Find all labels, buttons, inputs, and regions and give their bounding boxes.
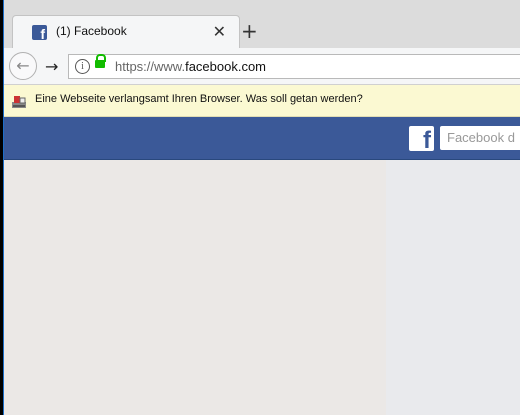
facebook-header: f Facebook d [4, 117, 520, 160]
browser-window: f (1) Facebook ✕ + ← → i https://www.fac… [3, 0, 520, 415]
facebook-favicon-icon: f [32, 25, 47, 42]
facebook-search-input[interactable]: Facebook d [440, 126, 520, 150]
page-content-right [386, 160, 520, 415]
slow-page-notification: Eine Webseite verlangsamt Ihren Browser.… [4, 85, 520, 117]
notification-message: Eine Webseite verlangsamt Ihren Browser.… [35, 93, 363, 105]
url-text[interactable]: https://www.facebook.com [115, 59, 266, 74]
close-tab-icon[interactable]: ✕ [213, 22, 226, 41]
navigation-toolbar: ← → i https://www.facebook.com [4, 48, 520, 85]
url-bar[interactable]: i https://www.facebook.com [68, 54, 520, 79]
info-icon[interactable]: i [75, 59, 90, 74]
page-content-left [4, 160, 386, 415]
lock-icon[interactable] [95, 54, 106, 68]
slow-script-icon [12, 96, 26, 108]
tab-strip: f (1) Facebook ✕ + [4, 0, 520, 48]
tab-facebook[interactable]: f (1) Facebook ✕ [12, 15, 240, 48]
facebook-logo-icon[interactable]: f [409, 126, 434, 151]
tab-title: (1) Facebook [56, 24, 127, 38]
new-tab-button[interactable]: + [241, 19, 258, 43]
back-button[interactable]: ← [9, 52, 37, 80]
forward-button[interactable]: → [45, 57, 58, 76]
